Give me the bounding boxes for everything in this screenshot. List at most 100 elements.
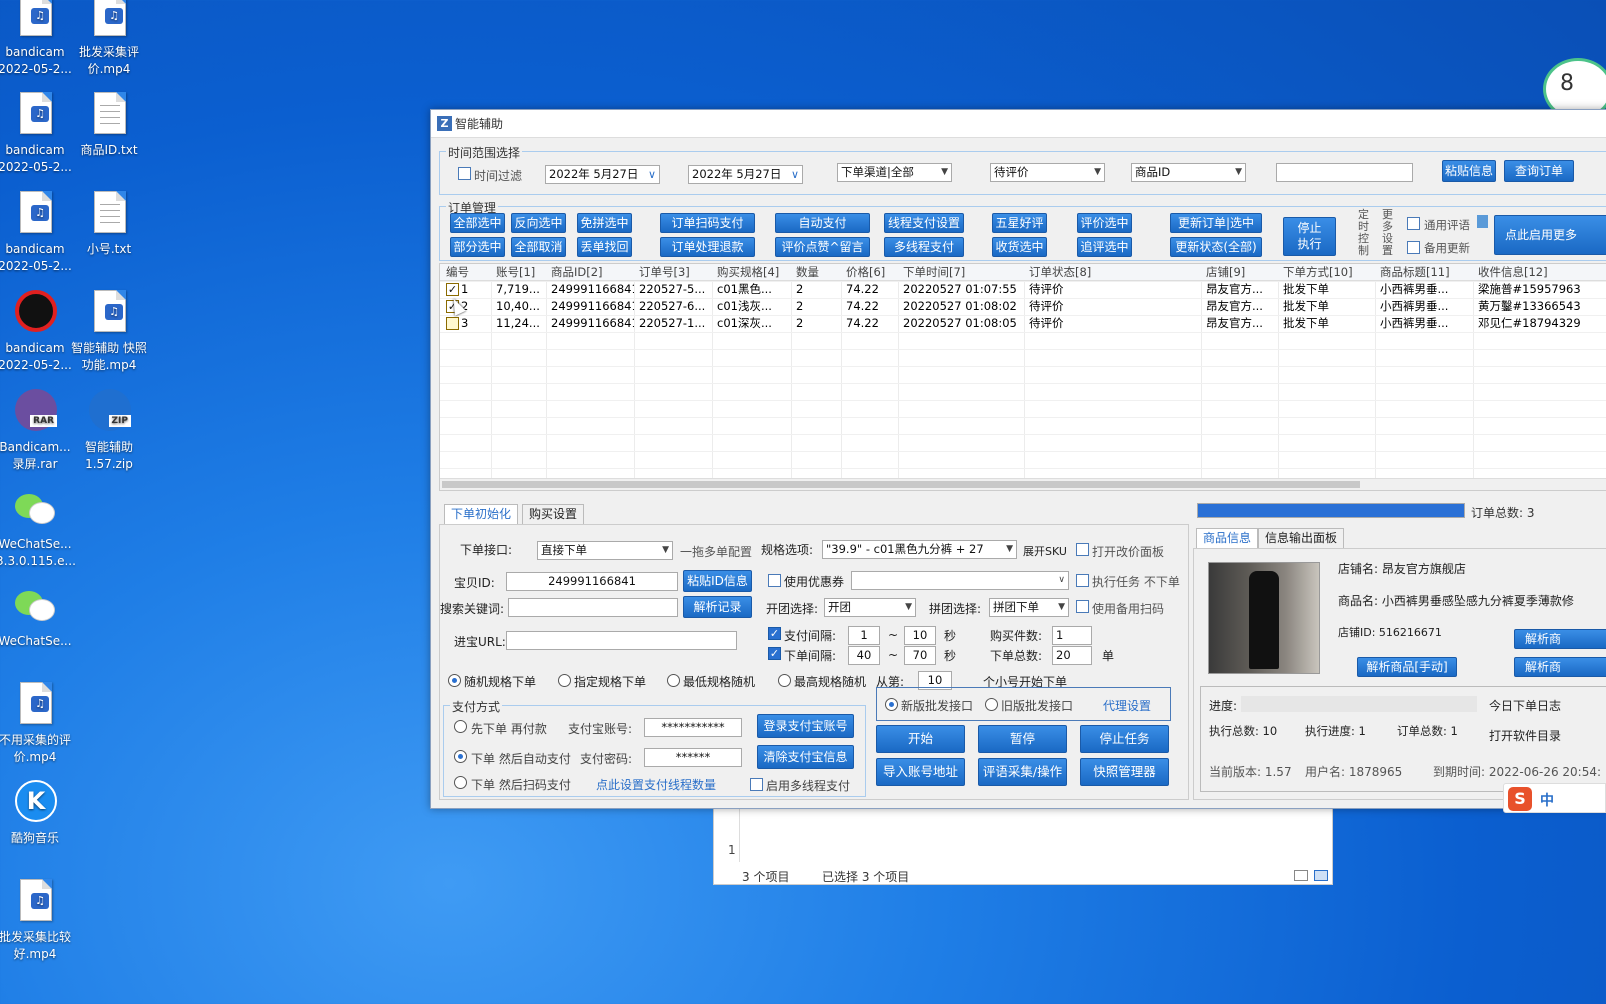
channel-select[interactable]: 下单渠道|全部 ▼	[837, 163, 952, 182]
desktop-icon[interactable]: ZIP 智能辅助1.57.zip	[70, 387, 148, 473]
pay-scan-radio[interactable]	[454, 776, 467, 789]
order-interval-from[interactable]: 40	[848, 646, 880, 665]
order-action-button[interactable]: 评价选中	[1077, 213, 1132, 233]
info-tab[interactable]: 信息输出面板	[1258, 528, 1345, 548]
orders-table[interactable]: 编号 账号[1] 商品ID[2] 订单号[3] 购买规格[4] 数量 价格[6] 下单时间[7…	[439, 263, 1606, 491]
desktop-icon[interactable]: WeChatSe... 3.3.0.115.e...	[0, 484, 76, 570]
snapshot-manager-button[interactable]: 快照管理器	[1080, 758, 1169, 786]
order-action-button[interactable]: 丢单找回	[577, 237, 632, 257]
search-input[interactable]	[1276, 163, 1413, 182]
parse-product-manual-button[interactable]: 解析商品[手动]	[1357, 657, 1457, 677]
group-open-select[interactable]: 开团 ▼	[824, 598, 916, 617]
item-id-input[interactable]: 249991166841	[506, 572, 678, 591]
info-tab[interactable]: 商品信息	[1196, 528, 1259, 548]
fixed-sku-radio[interactable]	[558, 674, 571, 687]
column-header[interactable]: 订单状态[8]	[1026, 264, 1203, 281]
large-icons-view-icon[interactable]	[1314, 870, 1328, 881]
parse-product-button-2[interactable]: 解析商	[1514, 657, 1606, 677]
old-api-radio[interactable]	[985, 698, 998, 711]
pay-interval-checkbox[interactable]: ✓	[768, 627, 781, 640]
horizontal-scrollbar[interactable]	[440, 478, 1606, 490]
order-action-button[interactable]: 评价点赞^留言	[775, 237, 870, 257]
coupon-select[interactable]: ∨	[851, 571, 1069, 590]
start-button[interactable]: 开始	[876, 725, 965, 753]
date-from-picker[interactable]: 2022年 5月27日 ∨	[545, 165, 660, 184]
random-sku-radio[interactable]	[448, 674, 461, 687]
desktop-icon[interactable]: RAR Bandicam... 录屏.rar	[0, 387, 74, 473]
pay-later-radio[interactable]	[454, 720, 467, 733]
order-interval-to[interactable]: 70	[904, 646, 936, 665]
pause-button[interactable]: 暂停	[978, 725, 1067, 753]
open-price-panel-checkbox[interactable]	[1076, 543, 1089, 556]
desktop-icon[interactable]: WeChatSe...	[0, 581, 74, 650]
bottom-tab[interactable]: 购买设置	[522, 504, 585, 524]
proxy-settings-link[interactable]: 代理设置	[1103, 697, 1151, 714]
pay-auto-radio[interactable]	[454, 750, 467, 763]
general-review-checkbox[interactable]	[1407, 217, 1420, 230]
column-header[interactable]: 数量	[793, 264, 843, 281]
sku-select[interactable]: "39.9" - c01黑色九分裤 + 27 ▼	[822, 540, 1017, 559]
alipay-password-input[interactable]: ******	[644, 748, 742, 767]
column-header[interactable]: 购买规格[4]	[714, 264, 793, 281]
import-address-button[interactable]: 导入账号地址	[876, 758, 965, 786]
clear-alipay-button[interactable]: 清除支付宝信息	[757, 745, 854, 769]
expand-sku-label[interactable]: 展开SKU	[1023, 543, 1067, 559]
thread-settings-link[interactable]: 点此设置支付线程数量	[596, 776, 716, 793]
column-header[interactable]: 下单时间[7]	[900, 264, 1026, 281]
desktop-icon[interactable]: ♫ bandicam 2022-05-2...	[0, 189, 74, 275]
order-action-button[interactable]: 部分选中	[450, 237, 505, 257]
parse-product-button[interactable]: 解析商	[1514, 629, 1606, 649]
keyword-input[interactable]	[508, 598, 678, 617]
column-header[interactable]: 收件信息[12]	[1475, 264, 1606, 281]
order-action-button[interactable]: 免拼选中	[577, 213, 632, 233]
column-header[interactable]: 订单号[3]	[636, 264, 714, 281]
order-action-button[interactable]: 全部选中	[450, 213, 505, 233]
desktop-icon[interactable]: K 酷狗音乐	[0, 778, 74, 847]
column-header[interactable]: 商品标题[11]	[1377, 264, 1475, 281]
order-action-button[interactable]: 反向选中	[511, 213, 566, 233]
desktop-icon[interactable]: bandicam 2022-05-2...	[0, 288, 74, 374]
order-action-button[interactable]: 订单处理退款	[660, 237, 755, 257]
today-log-link[interactable]: 今日下单日志	[1489, 697, 1561, 714]
pay-interval-to[interactable]: 10	[904, 626, 936, 645]
column-header[interactable]: 商品ID[2]	[548, 264, 636, 281]
id-type-select[interactable]: 商品ID ▼	[1131, 163, 1246, 182]
buy-count-input[interactable]: 1	[1052, 626, 1092, 645]
title-bar[interactable]: Z 智能辅助	[431, 110, 1606, 138]
enable-more-button[interactable]: 点此启用更多	[1494, 215, 1606, 255]
open-dir-link[interactable]: 打开软件目录	[1489, 727, 1561, 744]
review-collect-button[interactable]: 评语采集/操作	[978, 758, 1067, 786]
stop-task-button[interactable]: 停止任务	[1080, 725, 1169, 753]
order-action-button[interactable]: 订单扫码支付	[660, 213, 755, 233]
order-action-button[interactable]: 多线程支付	[884, 237, 964, 257]
details-view-icon[interactable]	[1294, 870, 1308, 881]
order-action-button[interactable]: 追评选中	[1077, 237, 1132, 257]
desktop-icon[interactable]: ♫ bandicam 2022-05-2...	[0, 90, 74, 176]
exec-task-checkbox[interactable]	[1076, 574, 1089, 587]
min-sku-radio[interactable]	[667, 674, 680, 687]
order-action-button[interactable]: 收货选中	[992, 237, 1047, 257]
desktop-icon[interactable]: ♫ 不用采集的评价.mp4	[0, 680, 74, 766]
order-total-count-input[interactable]: 20	[1052, 646, 1092, 665]
order-api-select[interactable]: 直接下单 ▼	[537, 541, 673, 560]
status-select[interactable]: 待评价 ▼	[990, 163, 1105, 182]
paste-id-button[interactable]: 粘贴ID信息	[683, 570, 752, 592]
order-action-button[interactable]: 五星好评	[992, 213, 1047, 233]
backup-update-checkbox[interactable]	[1407, 241, 1420, 254]
new-api-radio[interactable]	[885, 698, 898, 711]
query-orders-button[interactable]: 查询订单	[1504, 160, 1574, 182]
parse-record-button[interactable]: 解析记录	[683, 596, 752, 618]
desktop-icon[interactable]: ♫ 批发采集比较好.mp4	[0, 877, 74, 963]
scrollbar-thumb[interactable]	[442, 481, 1360, 488]
max-sku-radio[interactable]	[778, 674, 791, 687]
column-header[interactable]: 下单方式[10]	[1280, 264, 1377, 281]
group-join-select[interactable]: 拼团下单 ▼	[989, 598, 1069, 617]
column-header[interactable]: 账号[1]	[493, 264, 548, 281]
bottom-tab[interactable]: 下单初始化	[444, 504, 519, 524]
order-action-button[interactable]: 线程支付设置	[884, 213, 964, 233]
backup-scan-checkbox[interactable]	[1076, 600, 1089, 613]
use-coupon-checkbox[interactable]	[768, 574, 781, 587]
time-filter-checkbox[interactable]	[458, 167, 471, 180]
column-header[interactable]: 价格[6]	[843, 264, 900, 281]
desktop-icon[interactable]: 商品ID.txt	[70, 90, 148, 159]
